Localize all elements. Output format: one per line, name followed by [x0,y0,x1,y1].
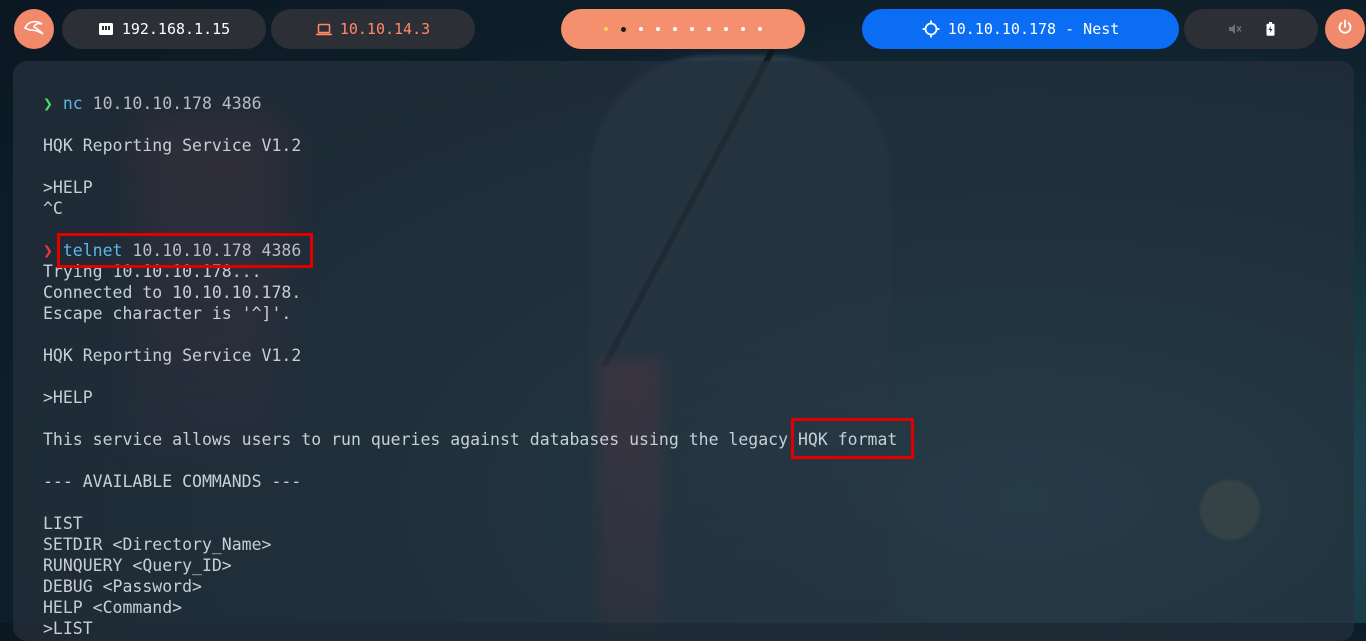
laptop-icon [315,23,332,36]
target-text: 10.10.10.178 - Nest [947,20,1120,38]
terminal-line: HELP <Command> [43,598,183,617]
battery-icon[interactable] [1266,22,1275,36]
status-widget [1184,9,1318,49]
terminal-line: RUNQUERY <Query_ID> [43,556,232,575]
workspace-dot[interactable] [724,27,728,31]
crosshair-icon [922,20,940,38]
command-line-nc: ❯ nc 10.10.10.178 4386 [43,93,897,114]
terminal-line: >HELP [43,388,93,407]
workspace-dot[interactable] [707,27,711,31]
prompt-symbol: ❯ [43,241,53,260]
terminal-line: >HELP [43,178,93,197]
command-name: nc [62,94,83,113]
workspace-dots [604,26,762,32]
highlight-box-telnet [57,233,313,268]
workspace-dot[interactable] [741,27,745,31]
workspace-dot[interactable] [690,27,694,31]
terminal-line: >LIST [43,619,93,638]
terminal-window[interactable]: ❯ nc 10.10.10.178 4386 HQK Reporting Ser… [13,61,1354,641]
local-ip-text: 192.168.1.15 [121,20,231,38]
workspace-dot[interactable] [656,27,660,31]
command-args: 10.10.10.178 4386 [82,94,262,113]
terminal-line: HQK Reporting Service V1.2 [43,136,302,155]
terminal-line: --- AVAILABLE COMMANDS --- [43,472,302,491]
workspace-dot[interactable] [673,27,677,31]
workspace-dot[interactable] [758,27,762,31]
workspace-dot[interactable] [639,27,643,31]
launcher-button[interactable] [14,9,54,49]
help-description-line: This service allows users to run queries… [43,429,897,450]
terminal-line: Connected to 10.10.10.178. [43,283,302,302]
kali-dragon-icon [23,18,45,40]
prompt-symbol: ❯ [43,94,53,113]
volume-muted-icon[interactable] [1228,23,1242,35]
workspace-switcher[interactable] [561,9,805,49]
terminal-line: LIST [43,514,83,533]
terminal-output[interactable]: ❯ nc 10.10.10.178 4386 HQK Reporting Ser… [43,93,897,639]
workspace-dot-active[interactable] [621,26,626,32]
workspace-dot[interactable] [604,27,608,31]
target-widget[interactable]: 10.10.10.178 - Nest [862,9,1179,49]
terminal-line: DEBUG <Password> [43,577,202,596]
terminal-line: SETDIR <Directory_Name> [43,535,272,554]
power-icon [1337,19,1353,39]
vpn-ip-text: 10.10.14.3 [339,20,431,38]
highlight-box-hqk-format [791,418,914,459]
help-description: This service allows users to run queries… [43,430,798,449]
terminal-line: ^C [43,199,63,218]
top-bar: 192.168.1.15 10.10.14.3 10.10.10.178 - N… [0,0,1366,60]
terminal-line: Escape character is '^]'. [43,304,292,323]
ethernet-icon [98,22,114,36]
vpn-ip-widget[interactable]: 10.10.14.3 [271,9,475,49]
power-button[interactable] [1325,9,1365,49]
local-ip-widget[interactable]: 192.168.1.15 [62,9,266,49]
terminal-line: HQK Reporting Service V1.2 [43,346,302,365]
